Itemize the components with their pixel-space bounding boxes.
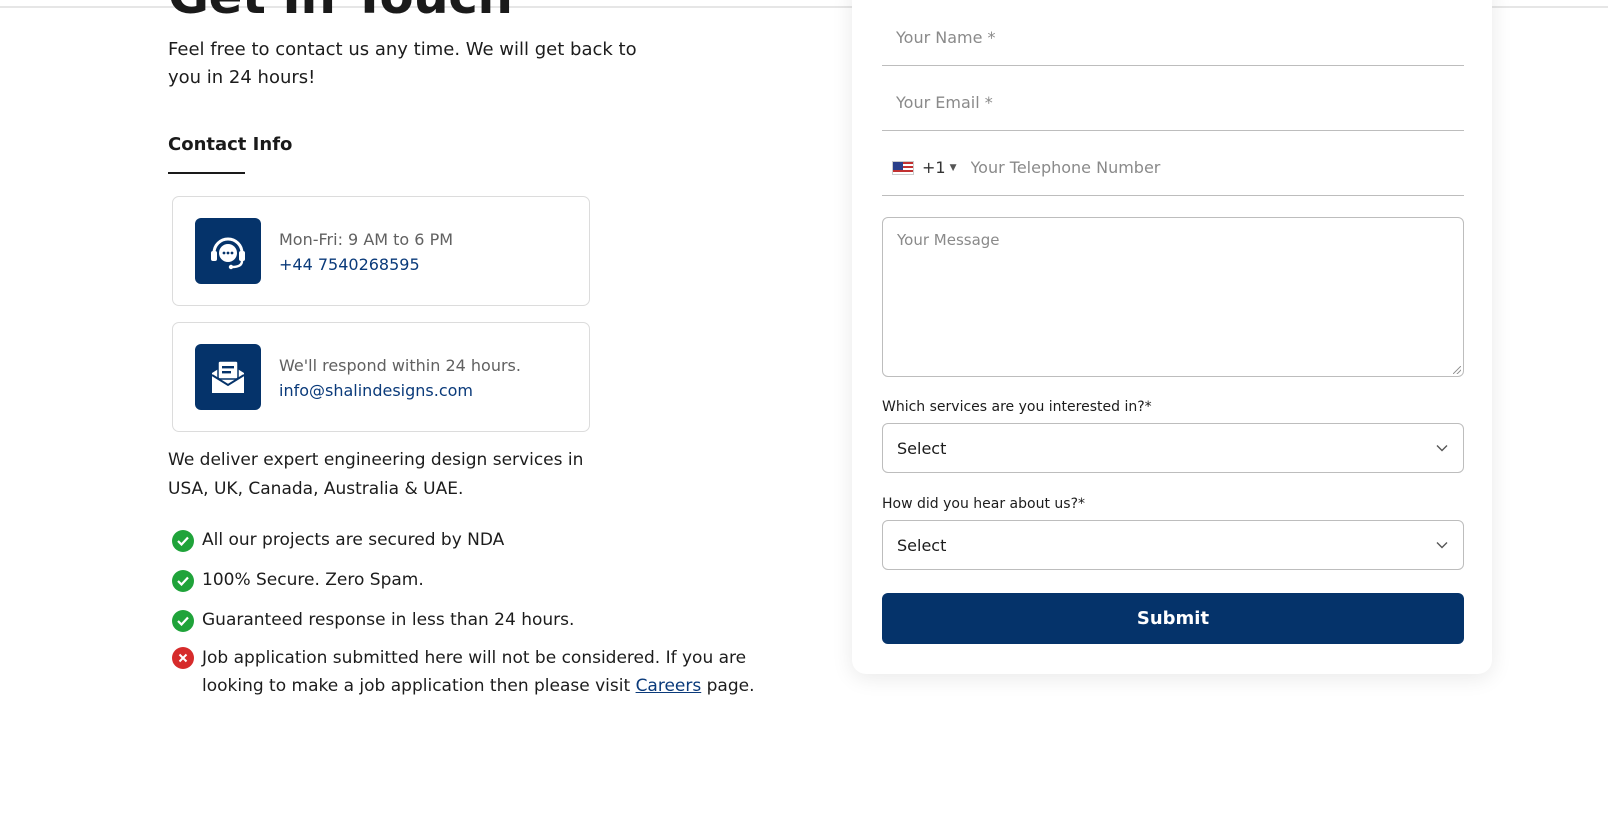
email-card: We'll respond within 24 hours. info@shal… [172, 322, 590, 432]
services-label: Which services are you interested in?* [882, 399, 1152, 415]
resize-handle-icon[interactable] [1453, 366, 1461, 374]
check-circle-icon [172, 570, 194, 592]
intro-text: Feel free to contact us any time. We wil… [168, 39, 637, 88]
careers-link[interactable]: Careers [636, 676, 702, 696]
feature-text: Guaranteed response in less than 24 hour… [202, 610, 575, 630]
hear-about-select-value: Select [897, 535, 947, 555]
contact-info-title: Contact Info [168, 134, 293, 155]
feature-text: All our projects are secured by NDA [202, 530, 505, 550]
hours-phone-card: Mon-Fri: 9 AM to 6 PM +44 7540268595 [172, 196, 590, 306]
hours-text: Mon-Fri: 9 AM to 6 PM [279, 230, 454, 249]
dial-code[interactable]: +1 [922, 158, 946, 177]
message-input[interactable] [883, 218, 1463, 376]
hear-about-select[interactable]: Select [882, 520, 1464, 570]
check-circle-icon [172, 610, 194, 632]
services-select[interactable]: Select [882, 423, 1464, 473]
email-input[interactable] [882, 75, 1464, 130]
phone-field[interactable]: +1 ▼ [882, 140, 1464, 196]
chevron-down-icon [1435, 441, 1449, 455]
phone-input[interactable] [966, 140, 1464, 195]
response-time-text: We'll respond within 24 hours. [279, 356, 521, 375]
message-field[interactable] [882, 217, 1464, 377]
feature-text: 100% Secure. Zero Spam. [202, 570, 424, 590]
name-field[interactable] [882, 10, 1464, 66]
us-flag-icon[interactable] [892, 160, 914, 175]
name-input[interactable] [882, 10, 1464, 65]
notice-text-after: page. [701, 676, 755, 696]
envelope-open-icon [195, 344, 261, 410]
submit-button[interactable]: Submit [882, 593, 1464, 644]
error-circle-icon [172, 647, 194, 669]
email-link[interactable]: info@shalindesigns.com [279, 381, 473, 400]
email-field[interactable] [882, 75, 1464, 131]
hear-about-label: How did you hear about us?* [882, 496, 1085, 512]
page-heading: Get In Touch [168, 0, 513, 26]
chevron-down-icon [1435, 538, 1449, 552]
services-regions-text: We deliver expert engineering design ser… [168, 450, 584, 499]
phone-link[interactable]: +44 7540268595 [279, 255, 420, 274]
job-application-notice: Job application submitted here will not … [172, 644, 802, 700]
feature-item: Guaranteed response in less than 24 hour… [172, 610, 574, 632]
check-circle-icon [172, 530, 194, 552]
notice-text: Job application submitted here will not … [202, 644, 802, 700]
headset-chat-icon [195, 218, 261, 284]
contact-info-underline [168, 172, 245, 174]
feature-item: 100% Secure. Zero Spam. [172, 570, 424, 592]
feature-item: All our projects are secured by NDA [172, 530, 504, 552]
services-select-value: Select [897, 438, 947, 458]
caret-down-icon[interactable]: ▼ [950, 163, 957, 173]
